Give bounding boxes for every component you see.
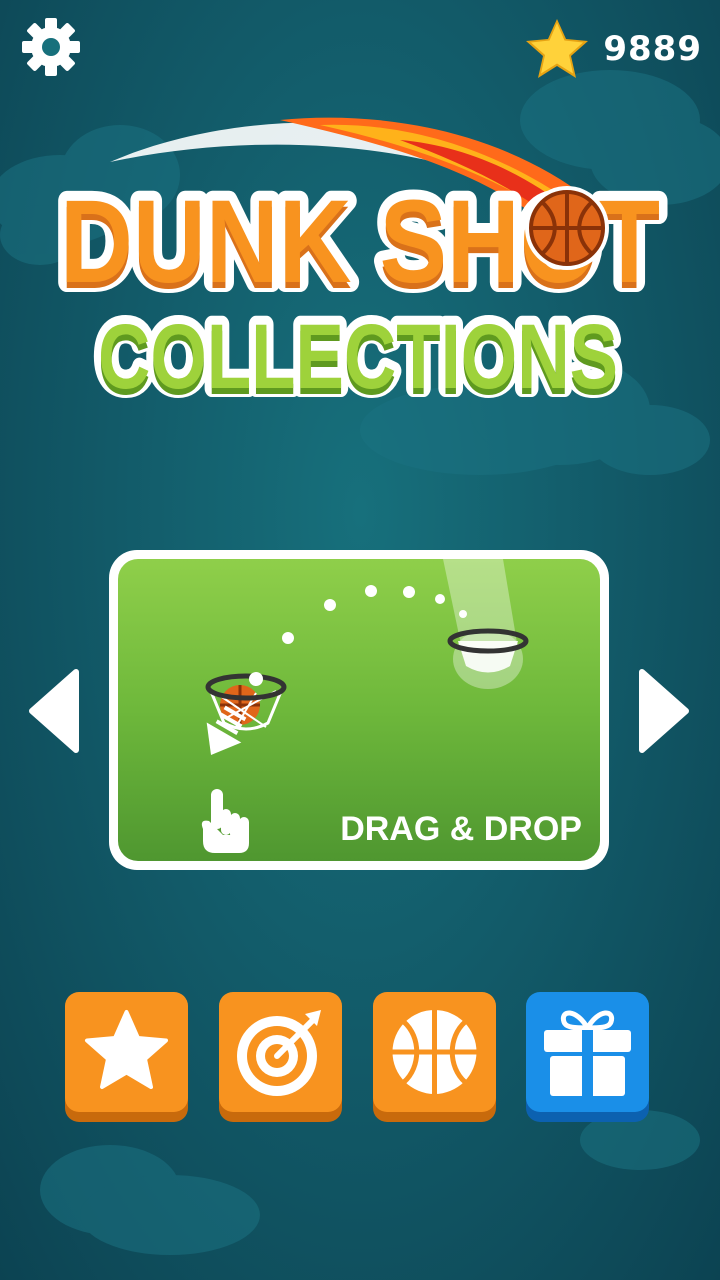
- game-mode-preview: DRAG & DROP: [118, 559, 600, 861]
- gift-button[interactable]: [526, 992, 649, 1122]
- rate-button[interactable]: [65, 992, 188, 1122]
- bottom-menu: [65, 992, 655, 1132]
- next-mode-button[interactable]: [636, 668, 692, 754]
- basketball-icon: [392, 1010, 477, 1094]
- chevron-right-icon: [639, 669, 689, 753]
- star-icon: [85, 1010, 168, 1089]
- trajectory-dots: [282, 585, 467, 644]
- star-count: 9889: [603, 29, 702, 69]
- balls-collection-button[interactable]: [373, 992, 496, 1122]
- previous-mode-button[interactable]: [26, 668, 82, 754]
- gear-icon: [22, 18, 80, 76]
- challenges-button[interactable]: [219, 992, 342, 1122]
- basketball-icon: [525, 186, 609, 270]
- star-currency: 9889: [523, 14, 702, 84]
- gift-icon: [544, 1010, 631, 1096]
- player-hoop: [205, 672, 287, 731]
- game-logo: DUNK SHOT DUNK SHOT DUNK SHOT COLLECTION…: [0, 100, 720, 430]
- game-mode-card[interactable]: DRAG & DROP: [109, 550, 609, 870]
- hand-pointer-icon: [201, 789, 249, 853]
- chevron-left-icon: [29, 669, 79, 753]
- game-mode-caption: DRAG & DROP: [340, 810, 582, 848]
- settings-button[interactable]: [18, 14, 84, 80]
- logo-subtitle: COLLECTIONS: [98, 306, 618, 408]
- target-icon: [237, 1010, 321, 1096]
- star-icon: [526, 19, 589, 78]
